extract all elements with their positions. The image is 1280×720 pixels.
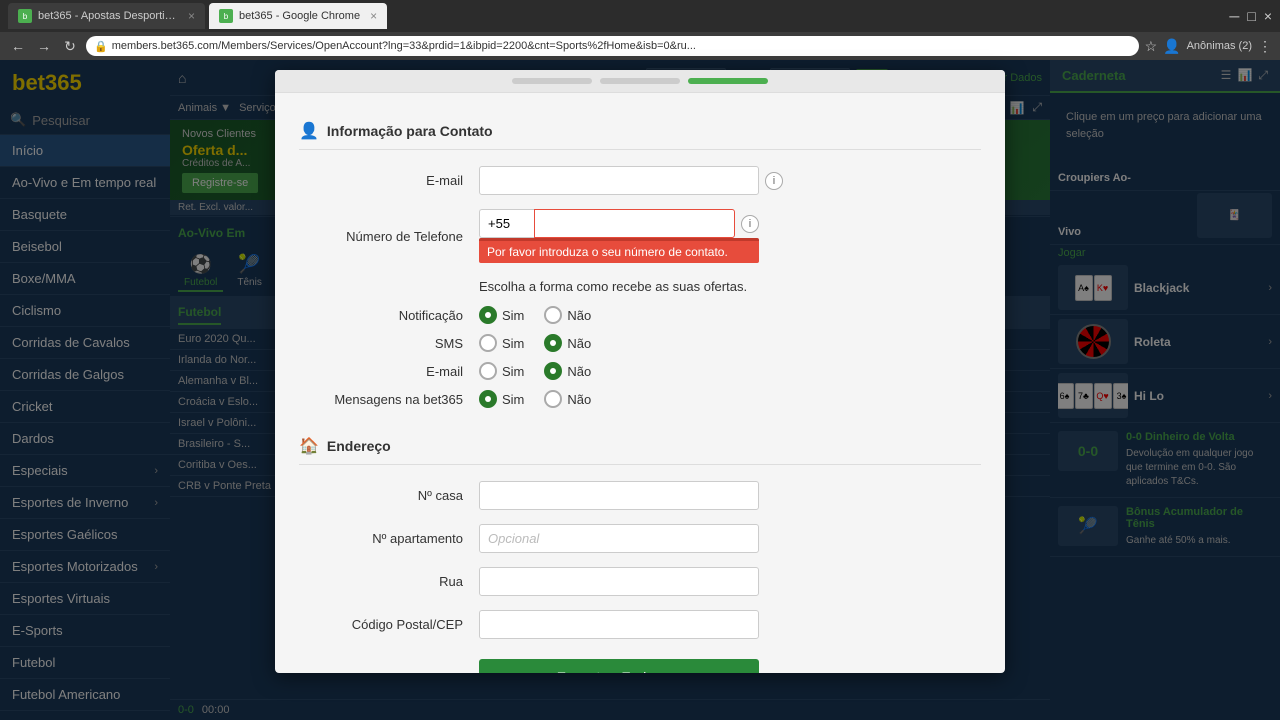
phone-label: Número de Telefone [299, 229, 479, 244]
sim-label: Sim [502, 364, 524, 379]
tab-1-label: bet365 - Apostas Desportivas O... [38, 10, 178, 22]
anon-count: Anônimas (2) [1187, 40, 1252, 52]
sms-sim-radio[interactable] [479, 334, 497, 352]
street-row: Rua [299, 567, 981, 596]
maximize-btn[interactable]: □ [1247, 8, 1255, 24]
postal-row: Código Postal/CEP [299, 610, 981, 639]
phone-info-btn[interactable]: i [741, 215, 759, 233]
postal-label: Código Postal/CEP [299, 617, 479, 632]
mensagens-row: Mensagens na bet365 Sim Não [299, 390, 981, 408]
address-bar-row: ← → ↻ 🔒 members.bet365.com/Members/Servi… [0, 32, 1280, 60]
email-row: E-mail i [299, 166, 981, 195]
tab-1-favicon: b [18, 9, 32, 23]
sms-nao-radio[interactable] [544, 334, 562, 352]
lock-icon: 🔒 [94, 40, 108, 53]
star-btn[interactable]: ☆ [1145, 38, 1158, 55]
sms-radio-group: Sim Não [479, 334, 591, 352]
notificacao-sim-radio[interactable] [479, 306, 497, 324]
forward-btn[interactable]: → [34, 38, 54, 54]
house-number-row: Nº casa [299, 481, 981, 510]
sim-label: Sim [502, 336, 524, 351]
tab-bar: b bet365 - Apostas Desportivas O... × b … [0, 0, 1280, 32]
email-sim-option[interactable]: Sim [479, 362, 524, 380]
mensagens-sim-radio[interactable] [479, 390, 497, 408]
find-address-button[interactable]: Encontrar Endereço [479, 659, 759, 673]
mensagens-nao-option[interactable]: Não [544, 390, 591, 408]
mensagens-label: Mensagens na bet365 [299, 392, 479, 407]
refresh-btn[interactable]: ↻ [60, 38, 80, 55]
mensagens-nao-radio[interactable] [544, 390, 562, 408]
tab-2-label: bet365 - Google Chrome [239, 10, 360, 22]
contact-section-icon: 👤 [299, 121, 319, 141]
minimize-btn[interactable]: ─ [1229, 8, 1239, 24]
back-btn[interactable]: ← [8, 38, 28, 54]
address-text: members.bet365.com/Members/Services/Open… [112, 40, 1131, 52]
menu-btn[interactable]: ⋮ [1258, 38, 1272, 55]
email-label: E-mail [299, 173, 479, 188]
apartment-input[interactable] [479, 524, 759, 553]
email-nao-radio[interactable] [544, 362, 562, 380]
apartment-label: Nº apartamento [299, 531, 479, 546]
contact-section-header: 👤 Informação para Contato [299, 109, 981, 150]
nao-label: Não [567, 392, 591, 407]
mensagens-sim-option[interactable]: Sim [479, 390, 524, 408]
apartment-row: Nº apartamento [299, 524, 981, 553]
address-bar[interactable]: 🔒 members.bet365.com/Members/Services/Op… [86, 36, 1139, 56]
tab-1-close[interactable]: × [188, 9, 195, 23]
notificacao-nao-radio[interactable] [544, 306, 562, 324]
sim-label: Sim [502, 308, 524, 323]
sms-label: SMS [299, 336, 479, 351]
street-label: Rua [299, 574, 479, 589]
notificacao-radio-group: Sim Não [479, 306, 591, 324]
modal-overlay: 👤 Informação para Contato E-mail i Númer… [0, 60, 1280, 720]
email-pref-label: E-mail [299, 364, 479, 379]
nao-label: Não [567, 364, 591, 379]
sms-nao-option[interactable]: Não [544, 334, 591, 352]
browser-chrome: b bet365 - Apostas Desportivas O... × b … [0, 0, 1280, 60]
address-section-header: 🏠 Endereço [299, 424, 981, 465]
notificacao-label: Notificação [299, 308, 479, 323]
address-section-title: Endereço [327, 438, 391, 454]
postal-input[interactable] [479, 610, 759, 639]
street-input[interactable] [479, 567, 759, 596]
email-info-btn[interactable]: i [765, 172, 783, 190]
email-pref-row: E-mail Sim Não [299, 362, 981, 380]
nao-label: Não [567, 308, 591, 323]
house-number-label: Nº casa [299, 488, 479, 503]
email-nao-option[interactable]: Não [544, 362, 591, 380]
contact-section-title: Informação para Contato [327, 123, 493, 139]
phone-row: Número de Telefone i Por favor introduza… [299, 209, 981, 263]
phone-number-input[interactable] [534, 209, 735, 238]
close-btn[interactable]: × [1264, 8, 1272, 24]
sim-label: Sim [502, 392, 524, 407]
phone-error-message: Por favor introduza o seu número de cont… [479, 238, 759, 263]
sms-sim-option[interactable]: Sim [479, 334, 524, 352]
tab-2[interactable]: b bet365 - Google Chrome × [209, 3, 387, 29]
notificacao-row: Notificação Sim Não [299, 306, 981, 324]
email-sim-radio[interactable] [479, 362, 497, 380]
nao-label: Não [567, 336, 591, 351]
notificacao-sim-option[interactable]: Sim [479, 306, 524, 324]
tab-1[interactable]: b bet365 - Apostas Desportivas O... × [8, 3, 205, 29]
registration-modal: 👤 Informação para Contato E-mail i Númer… [275, 70, 1005, 673]
tab-2-close[interactable]: × [370, 9, 377, 23]
notificacao-nao-option[interactable]: Não [544, 306, 591, 324]
anon-btn[interactable]: 👤 [1163, 38, 1180, 55]
mensagens-radio-group: Sim Não [479, 390, 591, 408]
email-pref-radio-group: Sim Não [479, 362, 591, 380]
modal-scroll-area[interactable]: 👤 Informação para Contato E-mail i Númer… [275, 93, 1005, 673]
phone-prefix-input[interactable] [479, 209, 534, 238]
house-number-input[interactable] [479, 481, 759, 510]
tab-2-favicon: b [219, 9, 233, 23]
offers-text: Escolha a forma como recebe as suas ofer… [479, 279, 981, 294]
address-icon: 🏠 [299, 436, 319, 456]
sms-row: SMS Sim Não [299, 334, 981, 352]
email-input[interactable] [479, 166, 759, 195]
